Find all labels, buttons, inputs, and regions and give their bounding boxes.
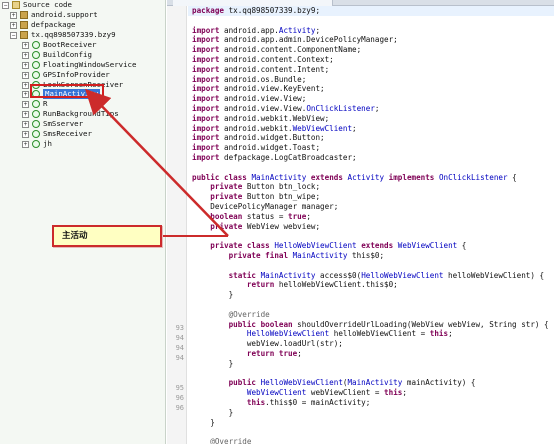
class-icon [32, 41, 40, 49]
class-icon [32, 130, 40, 138]
tree-item-label: SmsReceiver [43, 129, 92, 138]
expand-icon[interactable]: + [22, 82, 29, 89]
code-line: import android.widget.Toast; [192, 143, 321, 153]
line-number: 96 [175, 394, 184, 402]
expand-icon[interactable]: + [22, 91, 29, 98]
package-icon [20, 31, 28, 39]
collapse-icon[interactable]: − [10, 32, 17, 39]
code-line: import android.app.Activity; [192, 25, 321, 35]
tree-item-label: SmSserver [43, 119, 84, 128]
code-line: } [192, 417, 215, 427]
code-line: public boolean shouldOverrideUrlLoading(… [228, 319, 549, 329]
expand-icon[interactable]: + [22, 131, 29, 138]
expand-icon[interactable]: + [22, 101, 29, 108]
tree-item-label: GPSInfoProvider [43, 70, 110, 79]
code-line: public class MainActivity extends Activi… [192, 172, 517, 182]
code-line: private WebView webview; [210, 221, 321, 231]
class-icon [32, 100, 40, 108]
code-line: import android.content.Intent; [192, 64, 330, 74]
code-line: HelloWebViewClient helloWebViewClient = … [246, 329, 453, 339]
code-line: @Override [192, 309, 270, 319]
code-line: import android.content.ComponentName; [192, 45, 362, 55]
class-icon [32, 71, 40, 79]
selection-highlight-box [30, 84, 104, 98]
class-icon [32, 61, 40, 69]
class-icon [32, 120, 40, 128]
code-line: package tx.qq898507339.bzy9; [192, 6, 321, 15]
expand-icon[interactable]: + [22, 121, 29, 128]
code-line: boolean status = true; [210, 211, 311, 221]
code-line: DevicePolicyManager manager; [192, 202, 339, 211]
tree-root-label: Source code [23, 0, 72, 9]
code-line: WebViewClient webViewClient = this; [246, 388, 407, 398]
expand-icon[interactable]: + [10, 22, 17, 29]
code-line: private Button btn_lock; [210, 182, 321, 192]
code-line: import android.view.KeyEvent; [192, 84, 325, 94]
code-line: import android.webkit.WebViewClient; [192, 123, 357, 133]
expand-icon[interactable]: + [22, 52, 29, 59]
code-line: import android.content.Context; [192, 55, 334, 64]
expand-icon[interactable]: + [22, 42, 29, 49]
tree-item-label: RunBackgroundTips [43, 109, 119, 118]
expand-icon[interactable]: + [10, 12, 17, 19]
code-editor[interactable]: package tx.qq898507339.bzy9; import andro… [188, 6, 554, 444]
tree-item-label: FloatingWindowService [43, 60, 137, 69]
expand-icon[interactable]: + [22, 62, 29, 69]
collapse-icon[interactable]: − [2, 2, 9, 9]
annotation-callout: 主活动 [52, 225, 162, 247]
line-number: 94 [175, 334, 184, 342]
class-icon [32, 51, 40, 59]
class-icon [32, 140, 40, 148]
code-line: import android.view.View.OnClickListener… [192, 104, 380, 113]
code-line: import defpackage.LogCatBroadcaster; [192, 153, 357, 162]
code-line: return true; [246, 349, 302, 358]
line-number: 94 [175, 354, 184, 362]
class-icon [32, 110, 40, 118]
code-line: public HelloWebViewClient(MainActivity m… [228, 378, 476, 388]
project-tree: − Source code + android.support + defpac… [0, 0, 166, 444]
line-number-gutter: 93 94 94 94 95 96 96 [167, 6, 187, 444]
code-line: import android.widget.Button; [192, 133, 325, 143]
tree-item-label: jh [43, 139, 52, 148]
tree-item-label: BootReceiver [43, 40, 97, 49]
tree-item-label: android.support [31, 10, 98, 19]
tree-item-label: defpackage [31, 20, 76, 29]
code-line: } [192, 407, 234, 417]
line-number: 94 [175, 344, 184, 352]
code-line: static MainActivity access$0(HelloWebVie… [228, 270, 545, 280]
code-line: } [192, 358, 234, 368]
tree-item-label: BuildConfig [43, 50, 92, 59]
line-number: 95 [175, 384, 184, 392]
expand-icon[interactable]: + [22, 111, 29, 118]
code-line: import android.webkit.WebView; [192, 113, 330, 123]
line-number: 93 [175, 324, 184, 332]
expand-icon[interactable]: + [22, 141, 29, 148]
line-number: 96 [175, 404, 184, 412]
expand-icon[interactable]: + [22, 72, 29, 79]
code-line: private final MainActivity this$0; [228, 251, 385, 260]
code-line: import android.app.admin.DevicePolicyMan… [192, 35, 398, 45]
package-icon [20, 11, 28, 19]
tree-item-label: R [43, 99, 48, 108]
code-line: import android.os.Bundle; [192, 74, 307, 84]
code-line: } [192, 290, 234, 300]
code-line: @Override [192, 437, 252, 444]
code-line: private class HelloWebViewClient extends… [210, 241, 467, 251]
code-line: this.this$0 = mainActivity; [246, 398, 371, 407]
code-line: return helloWebViewClient.this$0; [246, 280, 398, 290]
code-line: webView.loadUrl(str); [192, 339, 343, 349]
tree-item-label: tx.qq898507339.bzy9 [31, 30, 116, 39]
package-icon [20, 21, 28, 29]
code-line: private Button btn_wipe; [210, 192, 321, 202]
source-folder-icon [12, 1, 20, 9]
code-line: import android.view.View; [192, 94, 307, 104]
